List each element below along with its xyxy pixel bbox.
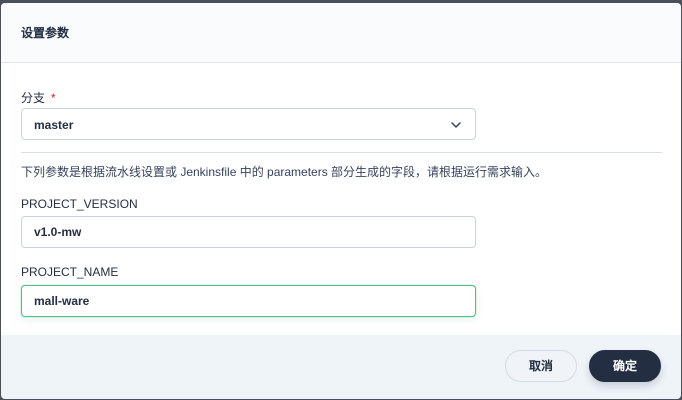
divider xyxy=(21,152,662,153)
confirm-button[interactable]: 确定 xyxy=(589,350,661,382)
dialog-body: 分支 * master 下列参数是根据流水线设置或 Jenkinsfile 中的 … xyxy=(1,63,681,335)
dialog-title: 设置参数 xyxy=(21,26,70,40)
dialog-header: 设置参数 xyxy=(1,3,681,63)
project-version-input[interactable] xyxy=(21,216,476,248)
set-parameters-dialog: 设置参数 分支 * master 下列参数是根据流水线设置或 Jenkinsfil… xyxy=(1,3,681,399)
chevron-down-icon xyxy=(451,122,461,128)
project-name-input[interactable] xyxy=(21,285,476,317)
cancel-button[interactable]: 取消 xyxy=(505,350,577,382)
branch-label-text: 分支 xyxy=(21,91,46,105)
branch-select[interactable]: master xyxy=(21,108,476,140)
branch-select-value: master xyxy=(34,118,74,132)
required-mark: * xyxy=(51,91,56,105)
parameters-hint: 下列参数是根据流水线设置或 Jenkinsfile 中的 parameters … xyxy=(21,165,548,179)
project-name-label: PROJECT_NAME xyxy=(21,265,119,279)
project-version-label: PROJECT_VERSION xyxy=(21,197,138,211)
branch-label: 分支 * xyxy=(21,90,56,106)
